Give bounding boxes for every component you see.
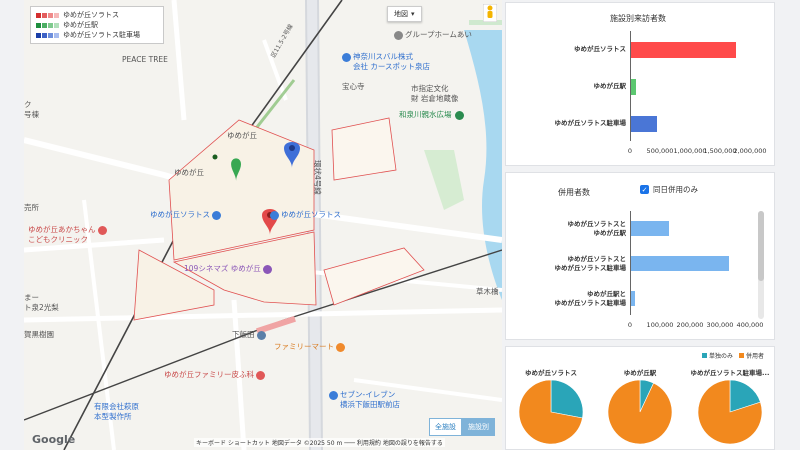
label-yumegaoka-area: ゆめが丘 (227, 131, 257, 140)
bar (631, 291, 635, 306)
legend-label: ゆめが丘ソラトス (63, 11, 119, 19)
legend-swatch (42, 12, 47, 18)
legend-swatch (42, 32, 47, 38)
legend-swatch (48, 32, 53, 38)
all-facilities-button[interactable]: 全施設 (429, 418, 462, 436)
map-legend: ゆめが丘ソラトス ゆめが丘駅ゆめが丘ソラトス駐車場 (30, 6, 164, 44)
map-type-select[interactable]: 地図 ▾ (387, 6, 422, 22)
x-tick-label: 400,000 (736, 321, 764, 329)
label-left-hotel: まー ト泉2光梨 (24, 293, 59, 312)
chart-scrollbar[interactable] (758, 211, 764, 319)
visitors-chart-panel: 施設別来訪者数 ゆめが丘ソラトスゆめが丘駅ゆめが丘ソラトス駐車場 0 500,000… (505, 2, 775, 166)
poi-peace-tree: PEACE TREE (122, 55, 168, 64)
map-attribution[interactable]: キーボード ショートカット 地図データ ©2025 50 m ─── 利用規約 … (194, 438, 445, 447)
pie-title: ゆめが丘駅 (623, 369, 657, 377)
category-label: ゆめが丘駅 (593, 82, 627, 90)
poi-izumi-park[interactable]: 和泉川親水広場 (399, 110, 466, 120)
legend-swatch (54, 32, 59, 38)
x-tick-label: 0 (627, 321, 633, 329)
x-tick-label: 0 (627, 147, 633, 155)
map-view[interactable]: ゆめが丘ソラトス ゆめが丘駅 ゆめが丘ソラトス駐車場 地図 ▾ グループホームあい … (24, 0, 502, 450)
poi-culture[interactable]: 市指定文化財 岩倉地蔵像 (411, 84, 458, 104)
poi-group-home[interactable]: グループホームあい (394, 30, 472, 40)
poi-dermatology[interactable]: ゆめが丘ファミリー皮ふ科 (164, 370, 267, 380)
pie-title: ゆめが丘ソラトス駐車場... (690, 369, 770, 377)
label-road: 環状4号線 (313, 160, 322, 195)
legend-row: ゆめが丘ソラトス駐車場 (36, 30, 158, 40)
bar (631, 41, 736, 58)
visitors-chart-title: 施設別来訪者数 (610, 14, 666, 23)
map-type-label: 地図 (394, 10, 408, 18)
label-shimoiida-station: 下飯田 (232, 330, 268, 340)
by-facility-button[interactable]: 施設別 (462, 418, 495, 436)
pie-chart (697, 379, 763, 445)
facility-toggle: 全施設 施設別 (429, 418, 495, 436)
poi-seven-eleven[interactable]: セブン-イレブン 横浜下飯田駅前店 (329, 390, 400, 410)
legend-single-swatch (702, 353, 707, 358)
category-label: ゆめが丘ソラトス駐車場 (554, 119, 627, 127)
pie-legend: 単独のみ 併用者 (702, 351, 764, 360)
poi-company[interactable]: 有限会社萩原 本型製作所 (94, 402, 139, 422)
poi-soratos-left[interactable]: ゆめが丘ソラトス (150, 210, 223, 220)
legend-swatch (36, 32, 41, 38)
x-tick-label: 1,000,000 (673, 147, 707, 155)
legend-swatch (36, 12, 41, 18)
bar (631, 256, 729, 271)
legend-swatch (48, 12, 53, 18)
same-day-checkbox-label: 同日併用のみ (653, 185, 698, 194)
x-tick-label: 2,000,000 (733, 147, 767, 155)
x-tick-label: 1,500,000 (703, 147, 737, 155)
label-left-apartment: ク号棟 (24, 100, 39, 119)
label-left-nursery: 賀黒樹園 (24, 330, 54, 339)
x-tick-label: 300,000 (706, 321, 734, 329)
x-tick-label: 200,000 (676, 321, 704, 329)
combined-chart-title: 併用者数 (558, 188, 590, 197)
google-logo: Google (32, 433, 76, 446)
category-label: ゆめが丘ソラトスと ゆめが丘駅 (567, 219, 627, 237)
category-label: ゆめが丘駅と ゆめが丘ソラトス駐車場 (554, 289, 627, 307)
poi-subaru[interactable]: 神奈川スバル株式 会社 カースポット泉店 (342, 52, 430, 72)
bar (631, 78, 636, 95)
poi-hoshinji: 宝心寺 (342, 82, 365, 91)
legend-swatch (48, 22, 53, 28)
label-left-shop: 売所 (24, 203, 39, 212)
legend-label: ゆめが丘駅 (63, 21, 98, 29)
combined-chart-panel: 併用者数 ✓ 同日併用のみ ゆめが丘ソラトスと ゆめが丘駅ゆめが丘ソラトスと ゆめが… (505, 172, 775, 340)
legend-row: ゆめが丘駅 (36, 20, 158, 30)
legend-single-label: 単独のみ (709, 353, 734, 360)
poi-cinema[interactable]: 109シネマズ ゆめが丘 (184, 264, 274, 274)
legend-swatch (36, 22, 41, 28)
pie-slice-single (550, 379, 584, 419)
check-icon: ✓ (640, 185, 649, 194)
pegman-icon[interactable] (483, 4, 497, 22)
pie-title: ゆめが丘ソラトス (525, 369, 577, 377)
category-label: ゆめが丘ソラトスと ゆめが丘ソラトス駐車場 (554, 254, 627, 272)
legend-swatch (54, 12, 59, 18)
pie-chart (607, 379, 673, 445)
label-yumegaoka-station: ゆめが丘 (174, 168, 204, 177)
bar (631, 221, 669, 236)
poi-family-mart[interactable]: ファミリーマート (274, 342, 347, 352)
x-tick-label: 500,000 (646, 147, 674, 155)
label-kusaki: 草木橋 (476, 287, 499, 296)
x-tick-label: 100,000 (646, 321, 674, 329)
chevron-down-icon: ▾ (411, 10, 415, 18)
category-label: ゆめが丘ソラトス (574, 45, 626, 53)
pie-chart-panel: 単独のみ 併用者 ゆめが丘ソラトス ゆめが丘駅 ゆめが丘ソラトス駐車場... (505, 346, 775, 450)
poi-kids-clinic[interactable]: ゆめが丘あかちゃん こどもクリニック (28, 225, 109, 245)
legend-label: ゆめが丘ソラトス駐車場 (63, 31, 140, 39)
legend-combined-label: 併用者 (746, 353, 765, 360)
legend-swatch (54, 22, 59, 28)
bar (631, 115, 658, 132)
poi-soratos-right[interactable]: ゆめが丘ソラトス (270, 210, 341, 220)
pie-slice-combined (607, 379, 673, 445)
legend-swatch (42, 22, 47, 28)
scrollbar-thumb[interactable] (758, 211, 764, 281)
same-day-checkbox[interactable]: ✓ 同日併用のみ (640, 184, 698, 195)
legend-row: ゆめが丘ソラトス (36, 10, 158, 20)
pie-chart (518, 379, 584, 445)
legend-combined-swatch (739, 353, 745, 358)
